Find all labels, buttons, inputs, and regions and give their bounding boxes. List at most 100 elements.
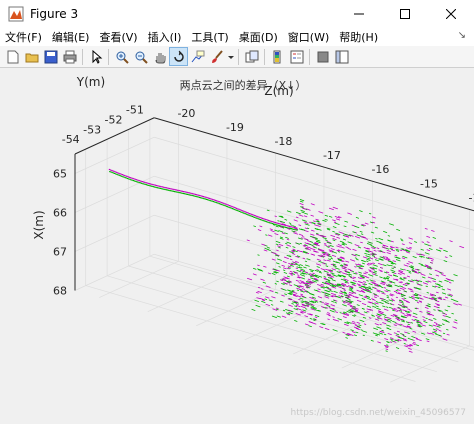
data-point: [367, 297, 372, 300]
data-point: [194, 195, 196, 197]
data-point: [316, 263, 322, 266]
data-point: [267, 221, 269, 223]
data-point: [406, 275, 411, 278]
pointer-button[interactable]: [87, 48, 104, 65]
zoom-in-button[interactable]: [113, 48, 130, 65]
data-point: [366, 243, 373, 246]
brush-dropdown[interactable]: [227, 48, 234, 65]
data-point: [137, 181, 139, 183]
data-point: [352, 248, 357, 251]
data-point: [289, 225, 291, 227]
data-point: [269, 228, 273, 231]
data-point: [392, 260, 397, 262]
brush-icon: [211, 49, 223, 63]
data-point: [278, 243, 284, 247]
data-point: [131, 177, 133, 179]
data-point: [328, 258, 332, 261]
data-point: [359, 210, 363, 213]
data-point: [361, 262, 366, 265]
figure-canvas[interactable]: -20 -19 -18 -17 -16 -15 -14 -51-52 -53-54 65 66 67 6…: [0, 69, 474, 424]
pointer-icon: [92, 49, 102, 64]
data-cursor-button[interactable]: [189, 48, 206, 65]
data-point: [330, 272, 335, 275]
data-point: [232, 206, 234, 208]
data-point: [365, 238, 369, 240]
data-point: [266, 209, 270, 212]
data-point: [443, 249, 448, 253]
show-plot-tools-button[interactable]: [333, 48, 350, 65]
print-button[interactable]: [61, 48, 78, 65]
data-point: [425, 317, 428, 320]
menu-help[interactable]: 帮助(H): [334, 29, 383, 45]
data-point: [392, 309, 395, 312]
data-point: [381, 299, 387, 303]
data-point: [386, 264, 391, 267]
data-point: [383, 230, 388, 234]
data-point: [396, 228, 401, 231]
data-point: [255, 217, 257, 219]
save-button[interactable]: [42, 48, 59, 65]
data-point: [319, 326, 324, 329]
3d-scatter-plot[interactable]: -20 -19 -18 -17 -16 -15 -14 -51-52 -53-54 65 66 67 6…: [0, 69, 474, 424]
pan-icon: [155, 52, 165, 63]
data-point: [111, 171, 113, 174]
new-figure-button[interactable]: [4, 48, 21, 65]
data-point: [110, 171, 112, 173]
data-point: [400, 333, 405, 336]
hide-plot-tools-button[interactable]: [314, 48, 331, 65]
legend-button[interactable]: [288, 48, 305, 65]
open-button[interactable]: [23, 48, 40, 65]
menu-edit[interactable]: 编辑(E): [47, 29, 95, 45]
data-point: [438, 329, 442, 332]
data-point: [246, 277, 253, 281]
colorbar-button[interactable]: [269, 48, 286, 65]
menu-window[interactable]: 窗口(W): [283, 29, 334, 45]
data-point: [368, 269, 372, 272]
minimize-button[interactable]: [336, 0, 382, 28]
link-button[interactable]: [243, 48, 260, 65]
point-clouds: [108, 168, 465, 353]
data-point: [275, 240, 281, 244]
data-point: [444, 279, 449, 282]
data-point: [259, 225, 263, 228]
data-point: [351, 322, 357, 325]
data-point: [332, 230, 336, 233]
menu-view[interactable]: 查看(V): [94, 29, 142, 45]
data-point: [332, 274, 336, 277]
data-point: [130, 177, 132, 179]
maximize-button[interactable]: [382, 0, 428, 28]
menu-insert[interactable]: 插入(I): [143, 29, 187, 45]
menu-tools[interactable]: 工具(T): [186, 29, 233, 45]
data-point: [432, 237, 437, 239]
data-point: [367, 241, 373, 244]
data-point: [205, 198, 207, 200]
pan-button[interactable]: [151, 48, 168, 65]
data-point: [236, 209, 238, 211]
close-button[interactable]: [428, 0, 474, 28]
data-point: [418, 280, 423, 283]
zoom-out-button[interactable]: [132, 48, 149, 65]
data-point: [145, 182, 147, 184]
data-point: [316, 266, 320, 268]
data-point: [261, 217, 264, 219]
data-point: [324, 243, 327, 245]
data-point: [421, 276, 426, 279]
data-point: [167, 189, 169, 191]
menu-file[interactable]: 文件(F): [0, 29, 47, 45]
dock-arrow-icon[interactable]: ↘: [458, 30, 466, 41]
data-point: [357, 246, 362, 249]
data-point: [195, 195, 197, 197]
menu-desktop[interactable]: 桌面(D): [234, 29, 283, 45]
data-point: [364, 271, 369, 274]
data-point: [366, 258, 371, 261]
data-point: [284, 218, 288, 221]
data-point: [339, 240, 345, 243]
rotate-3d-button[interactable]: [169, 47, 188, 66]
data-point: [191, 192, 193, 195]
brush-button[interactable]: [208, 48, 225, 65]
data-point: [300, 311, 304, 314]
data-point: [304, 260, 308, 263]
data-point: [251, 308, 256, 311]
data-point: [222, 204, 224, 206]
data-point: [334, 301, 337, 304]
